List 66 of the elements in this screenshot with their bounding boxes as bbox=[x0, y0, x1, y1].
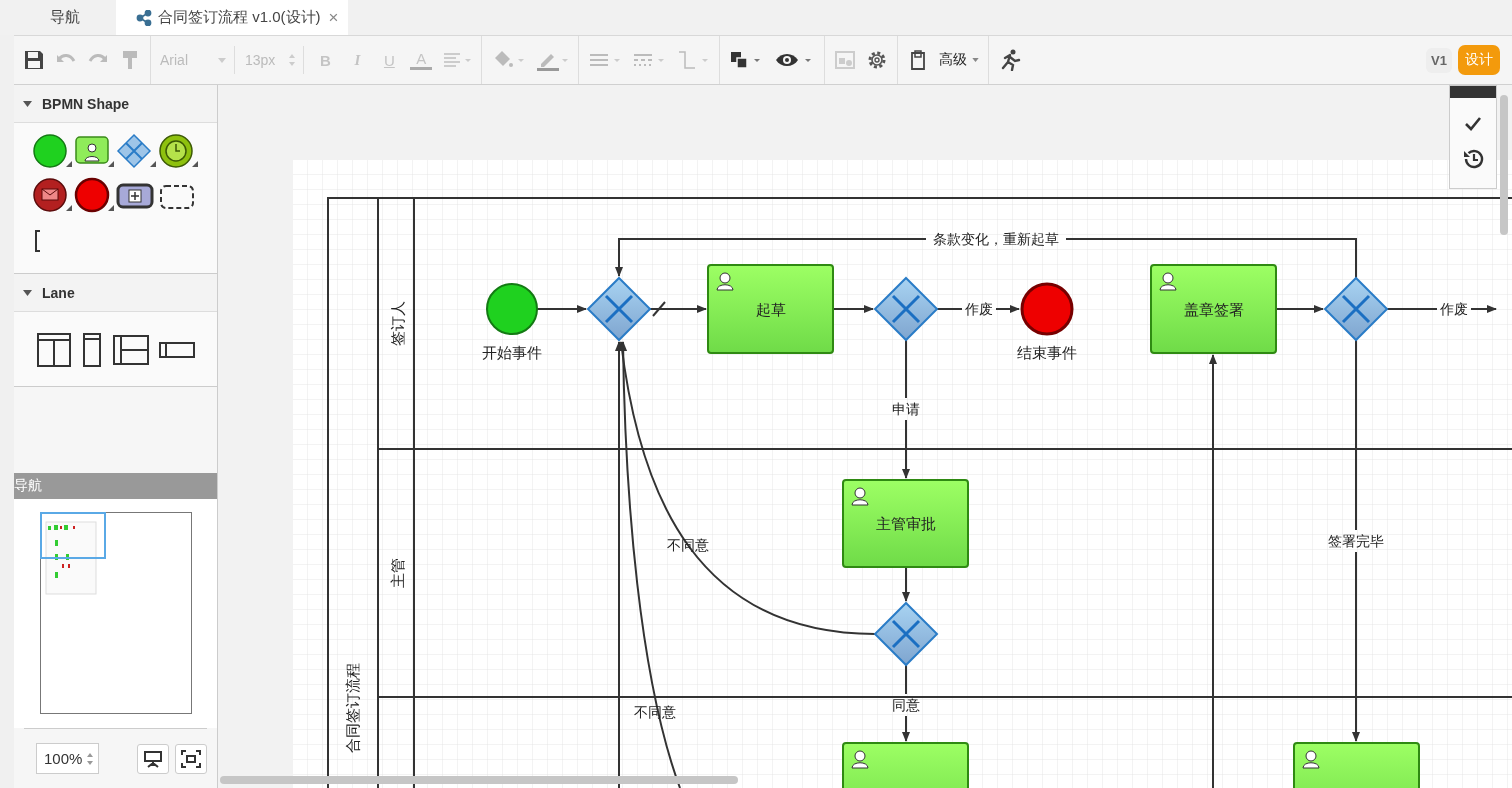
lane-label: 签订人 bbox=[388, 300, 406, 346]
sequence-flow-arrow bbox=[649, 305, 707, 313]
presentation-icon bbox=[143, 749, 163, 768]
sequence-flow-arrow bbox=[902, 715, 910, 742]
default-flow-mark bbox=[652, 301, 666, 317]
lane-label: 主管 bbox=[388, 558, 406, 588]
end-event bbox=[1020, 282, 1074, 336]
share-icon bbox=[136, 9, 152, 26]
exclusive-gateway bbox=[586, 276, 652, 342]
navigator-header: 导航 bbox=[14, 473, 217, 499]
user-icon bbox=[851, 487, 869, 506]
zoom-field[interactable]: 100% bbox=[36, 743, 100, 774]
collapse-triangle-icon bbox=[23, 289, 32, 296]
vertical-lane-icon[interactable] bbox=[80, 332, 104, 368]
flow-label: 作废 bbox=[965, 301, 993, 317]
spinner-icon bbox=[289, 54, 296, 66]
caret-icon bbox=[218, 57, 226, 63]
collapse-triangle-icon bbox=[23, 100, 32, 107]
check-icon[interactable] bbox=[1464, 116, 1482, 132]
fit-screen-icon bbox=[181, 749, 201, 768]
sequence-flow-line bbox=[1386, 308, 1438, 310]
advanced-menu[interactable]: 高级 bbox=[939, 51, 980, 69]
horizontal-scrollbar[interactable] bbox=[220, 776, 738, 784]
task-label: 主管审批 bbox=[875, 515, 936, 532]
sequence-flow-arrow bbox=[1275, 305, 1324, 313]
sequence-flow-line bbox=[905, 664, 907, 695]
sequence-flow-arrow bbox=[832, 305, 874, 313]
sequence-flow-arrow bbox=[536, 305, 587, 313]
close-button[interactable]: × bbox=[326, 7, 341, 28]
pool-label: 合同签订流程 bbox=[343, 663, 361, 753]
event-label: 开始事件 bbox=[482, 343, 542, 361]
exclusive-gateway bbox=[1323, 276, 1389, 342]
sequence-flow-line bbox=[905, 339, 907, 399]
flow-label: 作废 bbox=[1440, 301, 1468, 317]
task-label: 盖章签署 bbox=[1183, 300, 1244, 318]
sequence-flow-arrow bbox=[995, 305, 1020, 313]
user-icon bbox=[1302, 750, 1320, 769]
flow-label: 申请 bbox=[892, 401, 920, 417]
horizontal-pool-icon[interactable] bbox=[112, 332, 150, 368]
version-badge: V1 bbox=[1426, 47, 1452, 73]
caret-icon bbox=[972, 58, 980, 62]
event-label: 结束事件 bbox=[1017, 343, 1077, 361]
tab[interactable]: 导航 bbox=[14, 0, 116, 35]
sequence-flow-arrow bbox=[902, 419, 910, 479]
flow-label: 条款变化，重新起草 bbox=[933, 231, 1059, 247]
task-label: 起草 bbox=[755, 300, 786, 318]
history-icon[interactable] bbox=[1462, 148, 1484, 170]
flow-label: 签署完毕 bbox=[1328, 533, 1384, 549]
sequence-flow-arrow bbox=[902, 566, 910, 602]
user-icon bbox=[716, 272, 734, 291]
exclusive-gateway bbox=[873, 276, 939, 342]
design-button[interactable]: 设计 bbox=[1458, 45, 1500, 75]
vertical-scrollbar[interactable] bbox=[1500, 95, 1508, 235]
panel-title-bar bbox=[1450, 86, 1496, 98]
tab[interactable]: 合同签订流程 v1.0(设计) × bbox=[116, 0, 349, 35]
present-button[interactable] bbox=[137, 743, 169, 774]
pool-icon[interactable] bbox=[36, 332, 72, 368]
sequence-flow-arrow bbox=[1470, 305, 1497, 313]
save-icon[interactable] bbox=[23, 49, 45, 71]
start-event bbox=[486, 283, 538, 335]
flow-label: 同意 bbox=[892, 697, 920, 713]
user-icon bbox=[851, 750, 869, 769]
fit-button[interactable] bbox=[175, 743, 207, 774]
exclusive-gateway bbox=[873, 601, 939, 667]
user-icon bbox=[1159, 272, 1177, 291]
sequence-flow-line bbox=[936, 308, 963, 310]
